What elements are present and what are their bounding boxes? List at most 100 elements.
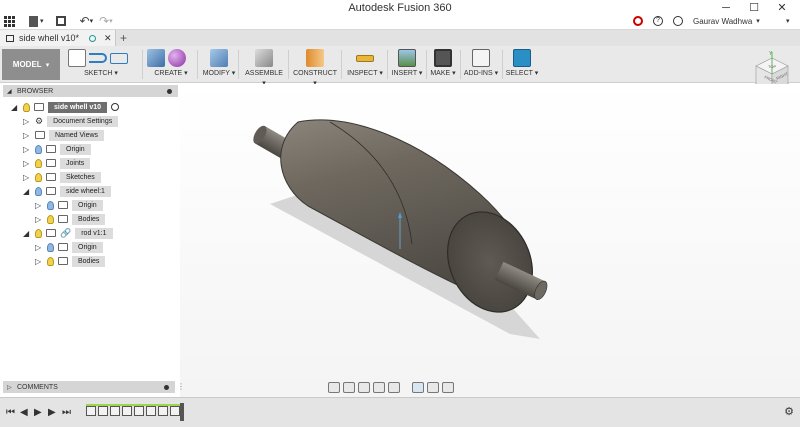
expand-icon[interactable]: ▷	[35, 243, 43, 252]
visibility-bulb-icon[interactable]	[23, 102, 30, 112]
look-at-icon[interactable]	[343, 381, 355, 393]
3d-print-icon[interactable]	[434, 49, 452, 67]
user-menu-chevron-icon[interactable]: ▾	[756, 17, 760, 25]
timeline-feature-joint-icon[interactable]	[170, 406, 180, 416]
tree-item[interactable]: ◢ side wheel:1	[23, 185, 111, 197]
tree-item[interactable]: ▷ Origin	[35, 241, 103, 253]
press-pull-icon[interactable]	[210, 49, 228, 67]
model-render[interactable]	[180, 84, 800, 397]
expand-icon[interactable]: ▷	[23, 145, 31, 154]
browser-collapse-icon[interactable]: ◢	[7, 88, 12, 95]
help-icon[interactable]: ?	[653, 16, 663, 26]
visibility-bulb-icon[interactable]	[35, 228, 42, 238]
step-back-icon[interactable]: ◀	[20, 407, 28, 418]
redo-icon[interactable]: ↷	[99, 14, 109, 28]
record-icon[interactable]	[633, 16, 643, 26]
expand-icon[interactable]: ▷	[35, 201, 43, 210]
orbit-icon[interactable]	[328, 381, 340, 393]
browser-header[interactable]: ◢ BROWSER	[3, 85, 178, 97]
extrude-icon[interactable]	[147, 49, 165, 67]
tree-item[interactable]: ▷ Joints	[23, 157, 91, 169]
inspect-group[interactable]: INSPECT ▾	[346, 48, 384, 81]
grid-snaps-icon[interactable]	[427, 381, 439, 393]
tree-item[interactable]: ▷ Named Views	[23, 129, 105, 141]
timeline-feature-component-icon[interactable]	[146, 406, 156, 416]
tree-item[interactable]: ▷ Bodies	[35, 255, 106, 267]
select-group[interactable]: SELECT ▾	[504, 48, 540, 81]
comments-pin-icon[interactable]	[164, 384, 169, 390]
timeline-feature-extrude-icon[interactable]	[98, 406, 108, 416]
comments-expand-icon[interactable]: ▷	[7, 384, 12, 391]
browser-pin-icon[interactable]	[167, 88, 172, 94]
modify-group[interactable]: MODIFY ▾	[202, 48, 236, 81]
data-panel-grid-icon[interactable]	[4, 15, 15, 27]
play-icon[interactable]: ▶	[34, 407, 42, 418]
visibility-bulb-icon[interactable]	[35, 186, 42, 196]
timeline-feature-joint-icon[interactable]	[158, 406, 168, 416]
tree-root[interactable]: ◢ side whell v10	[11, 101, 120, 113]
add-ins-group[interactable]: ADD-INS ▾	[462, 48, 500, 81]
collapse-icon[interactable]: ◢	[23, 229, 31, 238]
timeline-feature-sketch-icon[interactable]	[122, 406, 132, 416]
go-to-end-icon[interactable]: ⏭	[62, 407, 71, 418]
redo-chevron-icon[interactable]: ▾	[109, 17, 113, 25]
zoom-icon[interactable]	[373, 381, 385, 393]
create-group[interactable]: CREATE ▾	[147, 48, 195, 81]
job-status-clock-icon[interactable]	[673, 16, 683, 26]
visibility-bulb-icon[interactable]	[47, 200, 54, 210]
collapse-icon[interactable]: ◢	[11, 103, 19, 112]
visibility-bulb-icon[interactable]	[35, 158, 42, 168]
timeline-feature-sketch-icon[interactable]	[86, 406, 96, 416]
display-settings-icon[interactable]	[412, 381, 424, 393]
tree-item[interactable]: ▷ Origin	[23, 143, 91, 155]
tab-document[interactable]: side whell v10* ✕	[0, 30, 116, 46]
offset-plane-icon[interactable]	[306, 49, 324, 67]
measure-icon[interactable]	[356, 54, 374, 62]
tree-item[interactable]: ▷ Origin	[35, 199, 103, 211]
zoom-window-icon[interactable]	[388, 381, 400, 393]
undo-chevron-icon[interactable]: ▾	[90, 17, 94, 25]
visibility-bulb-icon[interactable]	[35, 144, 42, 154]
timeline-feature-extrude-icon[interactable]	[134, 406, 144, 416]
tree-item[interactable]: ◢ 🔗 rod v1:1	[23, 227, 113, 239]
tree-item[interactable]: ▷ Sketches	[23, 171, 101, 183]
scripts-icon[interactable]	[472, 49, 490, 67]
timeline-settings-gear-icon[interactable]: ⚙	[784, 405, 794, 418]
tab-close-icon[interactable]: ✕	[104, 33, 112, 44]
timeline-feature-component-icon[interactable]	[110, 406, 120, 416]
expand-icon[interactable]: ▷	[23, 131, 31, 140]
active-component-radio-icon[interactable]	[111, 103, 120, 111]
step-forward-icon[interactable]: ▶	[48, 407, 56, 418]
expand-icon[interactable]: ▷	[23, 159, 31, 168]
timeline-marker[interactable]	[180, 403, 184, 421]
visibility-bulb-icon[interactable]	[47, 214, 54, 224]
select-cursor-icon[interactable]	[513, 49, 531, 67]
viewports-icon[interactable]	[442, 381, 454, 393]
3d-canvas[interactable]	[180, 84, 800, 397]
go-to-start-icon[interactable]: ⏮	[6, 407, 15, 418]
collapse-icon[interactable]: ◢	[23, 187, 31, 196]
insert-image-icon[interactable]	[398, 49, 416, 67]
tree-item[interactable]: ▷ Bodies	[35, 213, 106, 225]
assemble-group[interactable]: ASSEMBLE ▾	[243, 48, 285, 87]
comments-panel-header[interactable]: ▷ COMMENTS	[3, 381, 175, 393]
rectangle-icon[interactable]	[110, 52, 128, 64]
expand-icon[interactable]: ▷	[23, 173, 31, 182]
create-sketch-icon[interactable]	[68, 49, 86, 67]
pan-hand-icon[interactable]	[358, 381, 370, 393]
expand-icon[interactable]: ▷	[35, 257, 43, 266]
visibility-bulb-icon[interactable]	[35, 172, 42, 182]
minimize-icon[interactable]: ─	[712, 0, 740, 16]
new-tab-icon[interactable]: +	[120, 31, 127, 45]
visibility-bulb-icon[interactable]	[47, 256, 54, 266]
user-menu-chevron-icon-2[interactable]: ▾	[786, 17, 790, 25]
expand-icon[interactable]: ▷	[35, 215, 43, 224]
insert-group[interactable]: INSERT ▾	[390, 48, 424, 81]
user-name[interactable]: Gaurav Wadhwa	[693, 17, 752, 26]
construct-group[interactable]: CONSTRUCT ▾	[292, 48, 338, 87]
save-icon[interactable]	[55, 16, 66, 26]
close-icon[interactable]: ✕	[768, 0, 796, 16]
line-icon[interactable]	[89, 53, 107, 63]
panel-splitter-icon[interactable]: ⋮	[177, 382, 185, 391]
sketch-group[interactable]: SKETCH ▾	[68, 48, 134, 81]
